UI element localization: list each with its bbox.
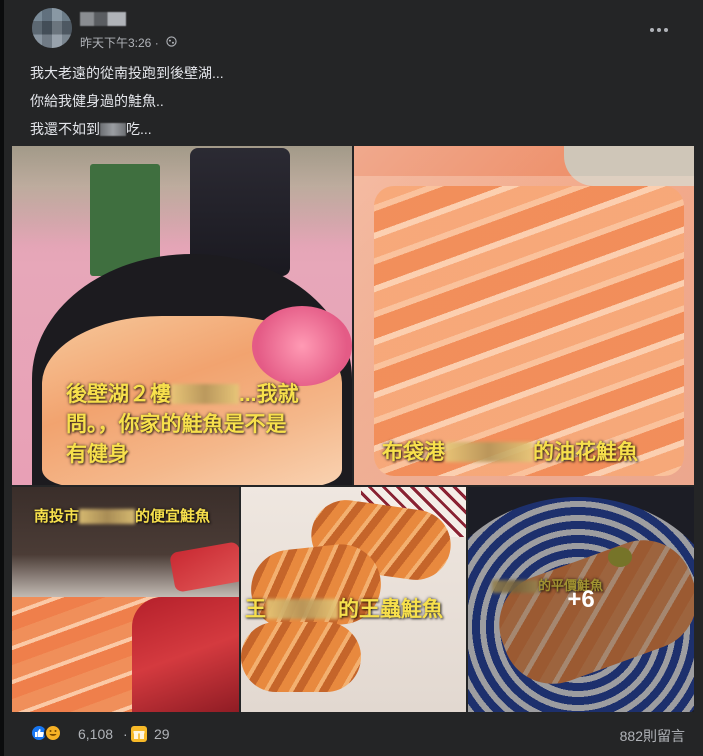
gift-count[interactable]: 29 bbox=[154, 726, 170, 742]
photo-1-caption-line-3: 有健身 bbox=[66, 443, 129, 466]
avatar[interactable] bbox=[32, 8, 72, 48]
photo-1-caption-line-1: 後壁湖２樓 ...我就 bbox=[66, 383, 299, 406]
photo-1-caption-line-2: 問。，你家的鮭魚是不是 bbox=[66, 413, 287, 436]
photo-4-caption: 王的王蟲鮭魚 bbox=[245, 598, 443, 621]
caption-blur bbox=[266, 599, 338, 619]
post-timestamp[interactable]: 昨天下午3:26 · bbox=[80, 34, 159, 51]
caption-blur bbox=[79, 509, 136, 524]
photo-2[interactable]: 布袋港 的油花鮭魚 bbox=[354, 146, 694, 485]
post-text-line-1: 我大老遠的從南投跑到後壁湖... bbox=[30, 65, 224, 81]
photo-3-caption: 南投市 的便宜鮭魚 bbox=[34, 508, 211, 525]
post-text-line-3-start: 我還不如到 bbox=[30, 121, 100, 137]
gift-icon[interactable] bbox=[131, 726, 147, 742]
post-header: 昨天下午3:26 · bbox=[4, 0, 703, 56]
caption-blur bbox=[171, 384, 239, 404]
comment-count[interactable]: 882則留言 bbox=[620, 726, 685, 746]
photo-4[interactable]: 王的王蟲鮭魚 bbox=[241, 487, 466, 712]
reaction-count[interactable]: 6,108 bbox=[78, 726, 113, 742]
post-text-line-2: 你給我健身過的鮭魚.. bbox=[30, 93, 164, 109]
more-options-icon[interactable] bbox=[644, 18, 674, 42]
author-name-blurred[interactable] bbox=[80, 12, 126, 26]
caption-blur bbox=[445, 442, 533, 462]
post-text-line-3-end: 吃... bbox=[126, 121, 152, 137]
post-text-line-3: 我還不如到 吃... bbox=[30, 119, 152, 139]
more-photos-overlay[interactable]: +6 bbox=[468, 487, 694, 712]
more-photos-count: +6 bbox=[567, 585, 595, 613]
photo-5[interactable]: 的平價鮭魚 +6 bbox=[468, 487, 694, 712]
separator-dot: · bbox=[123, 726, 128, 742]
photo-2-caption: 布袋港 的油花鮭魚 bbox=[382, 441, 638, 464]
place-name-blurred bbox=[100, 123, 126, 136]
globe-icon[interactable] bbox=[166, 36, 177, 47]
photo-3[interactable]: 南投市 的便宜鮭魚 bbox=[12, 487, 239, 712]
post-card: 昨天下午3:26 · 我大老遠的從南投跑到後壁湖... 你給我健身過的鮭魚.. … bbox=[4, 0, 703, 756]
post-footer: 6,108 · 29 882則留言 bbox=[4, 716, 703, 756]
photo-1[interactable]: 後壁湖２樓 ...我就 問。，你家的鮭魚是不是 有健身 bbox=[12, 146, 352, 485]
haha-reaction-icon[interactable] bbox=[44, 724, 62, 742]
